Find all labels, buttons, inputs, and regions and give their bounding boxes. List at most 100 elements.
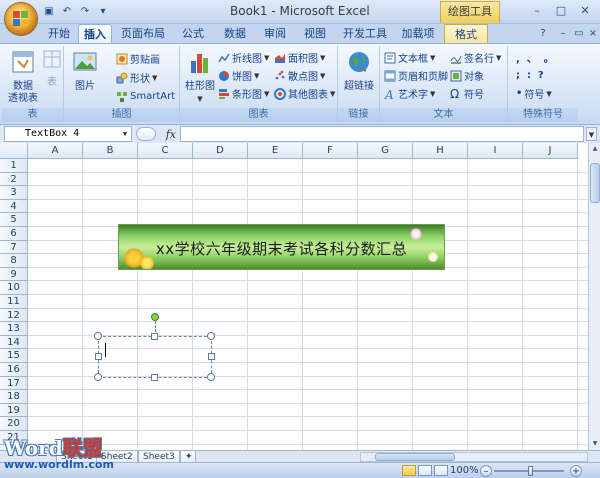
close-icon[interactable]: ✕	[574, 2, 596, 19]
wordart-button[interactable]: A 艺术字 ▼	[384, 86, 435, 102]
zoom-slider-knob[interactable]	[528, 466, 533, 476]
row-header[interactable]: 2	[0, 172, 28, 187]
redo-icon[interactable]: ↷	[78, 5, 92, 19]
row-header[interactable]: 11	[0, 295, 28, 309]
row-header[interactable]: 5	[0, 213, 28, 227]
tab-review[interactable]: 审阅	[260, 24, 290, 43]
row-header[interactable]: 12	[0, 308, 28, 323]
title-banner[interactable]: xx学校六年级期末考试各科分数汇总	[118, 224, 445, 270]
minimize-icon[interactable]: –	[526, 2, 548, 19]
column-header[interactable]: E	[248, 143, 303, 159]
formula-cancel-button[interactable]	[136, 127, 156, 141]
tab-data[interactable]: 数据	[220, 24, 250, 43]
name-box[interactable]: TextBox 4 ▼	[4, 126, 132, 142]
row-header[interactable]: 8	[0, 254, 28, 268]
line-chart-button[interactable]: 折线图 ▼	[218, 50, 269, 65]
column-header[interactable]: D	[193, 143, 248, 159]
picture-button[interactable]: 图片	[68, 49, 102, 93]
column-header[interactable]: J	[523, 143, 578, 159]
undo-icon[interactable]: ↶	[60, 5, 74, 19]
scroll-up-icon[interactable]: ▲	[590, 143, 600, 155]
selected-textbox[interactable]	[98, 336, 212, 378]
office-button[interactable]	[4, 2, 38, 36]
zoom-in-icon[interactable]: +	[570, 465, 582, 477]
select-all-corner[interactable]	[0, 143, 28, 159]
worksheet-grid[interactable]: ABCDEFGHIJ 1 2 3 4 5 6 7 8 9 10 11 12 13 14 15 16 17 18 19…	[0, 143, 600, 450]
vertical-scrollbar[interactable]: ▲ ▼	[588, 143, 600, 450]
resize-handle-bottom[interactable]	[151, 374, 158, 381]
row-header[interactable]: 7	[0, 240, 28, 255]
row-header[interactable]: 6	[0, 227, 28, 241]
page-layout-view-icon[interactable]	[418, 465, 432, 476]
rotation-handle[interactable]	[151, 313, 159, 321]
punctuation-row-1[interactable]: , 、 。	[516, 50, 554, 65]
row-header[interactable]: 3	[0, 186, 28, 200]
column-header[interactable]: H	[413, 143, 468, 159]
formula-input[interactable]	[180, 126, 584, 142]
row-header[interactable]: 9	[0, 267, 28, 282]
row-header[interactable]: 15	[0, 349, 28, 363]
tab-format[interactable]: 格式	[444, 24, 488, 43]
row-header[interactable]: 17	[0, 376, 28, 391]
resize-handle-top-left[interactable]	[94, 332, 102, 340]
normal-view-icon[interactable]	[402, 465, 416, 476]
smartart-button[interactable]: SmartArt	[116, 89, 175, 104]
punctuation-row-2[interactable]: ; : ?	[516, 68, 544, 83]
row-header[interactable]: 19	[0, 403, 28, 418]
vertical-scroll-thumb[interactable]	[590, 163, 600, 203]
shapes-button[interactable]: 形状 ▼	[116, 70, 157, 85]
close-workbook-icon[interactable]: ×	[586, 27, 600, 41]
tab-page-layout[interactable]: 页面布局	[118, 24, 168, 43]
save-icon[interactable]: ▣	[42, 5, 56, 19]
help-icon[interactable]: ?	[536, 27, 550, 41]
row-header[interactable]: 4	[0, 199, 28, 214]
maximize-icon[interactable]: □	[550, 2, 572, 19]
horizontal-scroll-thumb[interactable]	[375, 453, 455, 461]
tab-view[interactable]: 视图	[300, 24, 330, 43]
zoom-level[interactable]: 100%	[450, 465, 479, 476]
zoom-out-icon[interactable]: –	[480, 465, 492, 477]
horizontal-scrollbar[interactable]	[360, 452, 588, 462]
header-footer-button[interactable]: 页眉和页脚	[384, 68, 448, 83]
resize-handle-top-right[interactable]	[207, 332, 215, 340]
object-button[interactable]: 对象	[450, 68, 484, 83]
row-header[interactable]: 1	[0, 159, 28, 173]
tab-insert[interactable]: 插入	[78, 24, 112, 43]
tab-addins[interactable]: 加载项	[398, 24, 438, 43]
column-chart-button[interactable]: 柱形图 ▼	[184, 49, 216, 105]
row-header[interactable]: 20	[0, 417, 28, 431]
special-symbol-button[interactable]: • 符号 ▼	[516, 86, 552, 101]
tab-formulas[interactable]: 公式	[178, 24, 208, 43]
restore-icon[interactable]: ▭	[572, 27, 586, 41]
resize-handle-right[interactable]	[208, 353, 215, 360]
column-header[interactable]: I	[468, 143, 523, 159]
row-header[interactable]: 16	[0, 363, 28, 377]
row-header[interactable]: 18	[0, 390, 28, 404]
table-button[interactable]: 表	[42, 49, 62, 89]
bar-chart-button[interactable]: 条形图 ▼	[218, 86, 269, 101]
tab-developer[interactable]: 开发工具	[340, 24, 390, 43]
signature-line-button[interactable]: 签名行 ▼	[450, 50, 501, 65]
insert-function-button[interactable]: fx	[166, 128, 176, 141]
tab-home[interactable]: 开始	[44, 24, 74, 43]
row-header[interactable]: 10	[0, 281, 28, 295]
resize-handle-top[interactable]	[151, 333, 158, 340]
pie-chart-button[interactable]: 饼图 ▼	[218, 68, 259, 83]
scatter-chart-button[interactable]: 散点图 ▼	[274, 68, 325, 83]
clipart-button[interactable]: 剪贴画	[116, 51, 160, 66]
hyperlink-button[interactable]: 超链接	[342, 49, 376, 93]
ribbon-minimize-icon[interactable]: –	[556, 27, 570, 41]
column-header[interactable]: B	[83, 143, 138, 159]
symbol-button[interactable]: Ω 符号	[450, 86, 484, 102]
row-header[interactable]: 13	[0, 322, 28, 336]
page-break-view-icon[interactable]	[434, 465, 448, 476]
resize-handle-bottom-right[interactable]	[207, 373, 215, 381]
scroll-down-icon[interactable]: ▼	[590, 438, 600, 450]
textbox-button[interactable]: 文本框 ▼	[384, 50, 435, 65]
column-header[interactable]: A	[28, 143, 83, 159]
expand-formula-bar-icon[interactable]: ▼	[586, 127, 597, 141]
column-header[interactable]: C	[138, 143, 193, 159]
column-header[interactable]: F	[303, 143, 358, 159]
resize-handle-bottom-left[interactable]	[94, 373, 102, 381]
other-charts-button[interactable]: 其他图表 ▼	[274, 86, 335, 101]
